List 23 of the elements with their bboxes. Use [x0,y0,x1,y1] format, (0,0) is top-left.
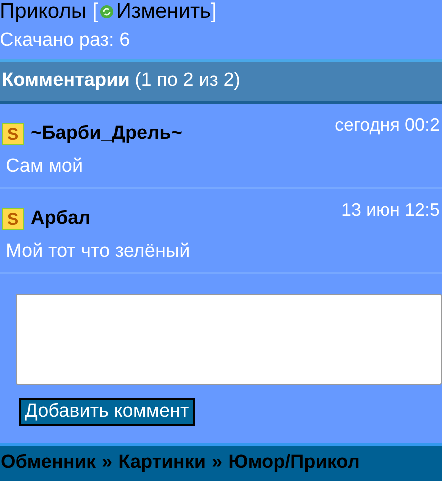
comment-author: ~Барби_Дрель~ [31,122,182,146]
close-bracket: ] [211,0,217,24]
breadcrumb-separator: » [102,451,113,476]
breadcrumb-link[interactable]: Юмор/Прикол [228,449,360,478]
comments-range: (1 по 2 из 2) [134,69,241,94]
comment-date: сегодня 00:2 [334,114,440,137]
user-badge: S [2,208,24,230]
comment-input[interactable] [16,294,442,385]
user-badge: S [2,123,24,146]
open-bracket: [ [92,0,98,24]
comment-text: Мой тот что зелёный [6,240,192,264]
refresh-icon [100,5,114,19]
breadcrumb-link[interactable]: Картинки [118,449,206,478]
category-label: Приколы [0,0,86,24]
download-count: Скачано раз: 6 [0,30,132,52]
breadcrumb-separator: » [212,451,223,476]
comments-title: Комментарии [2,69,130,94]
comment-text: Сам мой [6,154,84,178]
breadcrumb-link[interactable]: Обменник [1,449,96,478]
edit-link[interactable]: Изменить [116,0,212,24]
comment-author: Арбал [31,207,91,231]
add-comment-button[interactable]: Добавить коммент [19,398,196,426]
comment-date: 13 июн 12:5 [341,199,440,222]
